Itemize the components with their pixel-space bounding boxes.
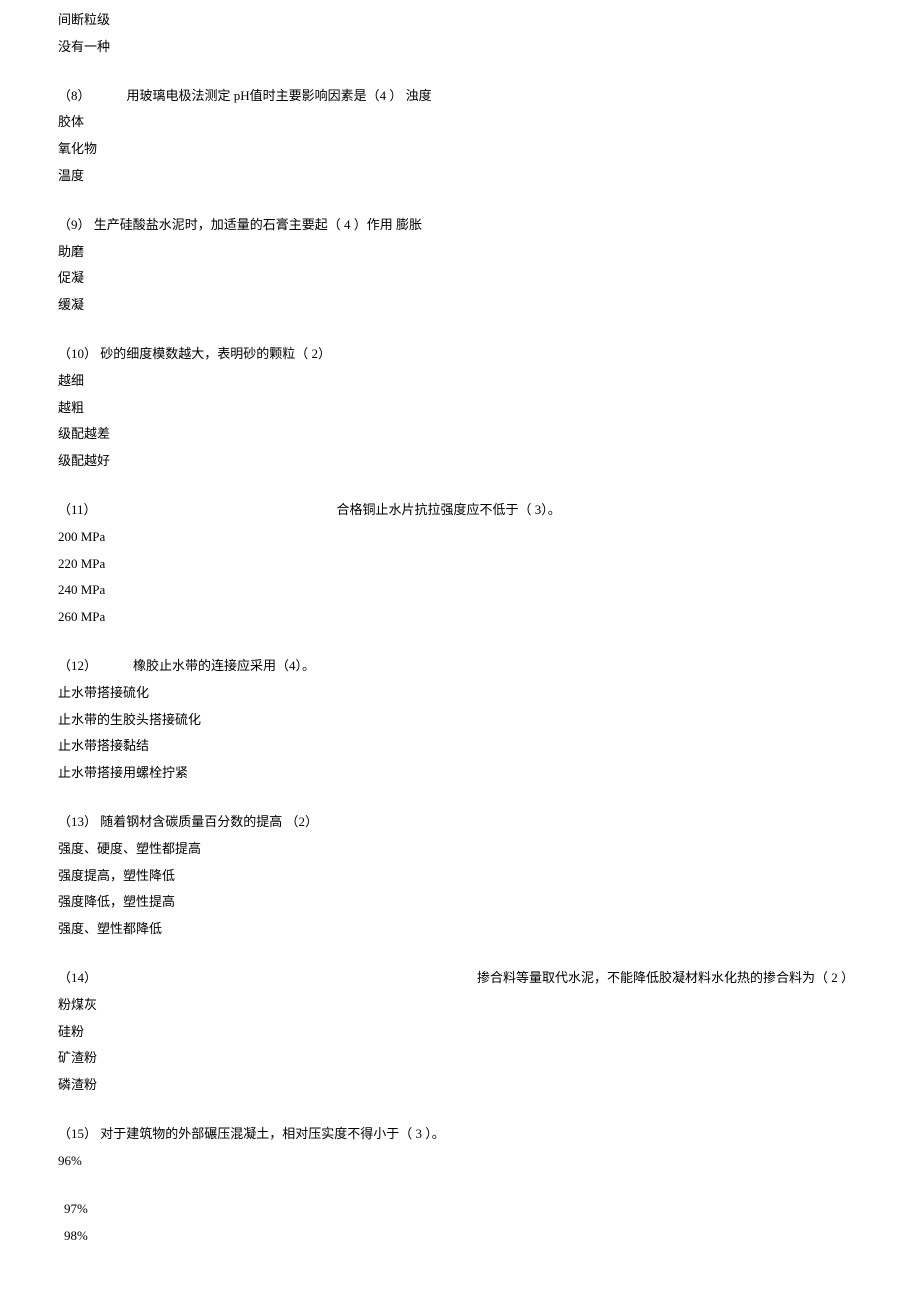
question-stem: （15） 对于建筑物的外部碾压混凝土，相对压实度不得小于（ 3 ）。: [58, 1124, 920, 1145]
question-number: （10）: [58, 346, 97, 361]
spacer: [58, 478, 920, 500]
question-number: （12）: [58, 658, 97, 673]
option: 温度: [58, 166, 920, 187]
question-number: （15）: [58, 1126, 97, 1141]
option: 强度、塑性都降低: [58, 919, 920, 940]
option: 硅粉: [58, 1022, 920, 1043]
option: 级配越好: [58, 451, 920, 472]
question-text: 砂的细度模数越大，表明砂的颗粒（ 2）: [97, 346, 331, 361]
spacer: [58, 1102, 920, 1124]
option: 止水带搭接硫化: [58, 683, 920, 704]
question-text: 生产硅酸盐水泥时，加适量的石膏主要起（ 4 ）作用 膨胀: [91, 217, 423, 232]
spacer: [58, 1177, 920, 1199]
option: 矿渣粉: [58, 1048, 920, 1069]
intro-line: 间断粒级: [58, 10, 920, 31]
option: 强度降低，塑性提高: [58, 892, 920, 913]
question-stem: （13） 随着钢材含碳质量百分数的提高 （2）: [58, 812, 920, 833]
question-text: 对于建筑物的外部碾压混凝土，相对压实度不得小于（ 3 ）。: [97, 1126, 445, 1141]
option: 强度提高，塑性降低: [58, 866, 920, 887]
spacer: [58, 946, 920, 968]
option: 97%: [58, 1199, 920, 1220]
question-number: （14）: [58, 970, 97, 985]
spacer: [58, 322, 920, 344]
option: 助磨: [58, 242, 920, 263]
spacer: [58, 64, 920, 86]
question-number: （11）: [58, 502, 97, 517]
option: 强度、硬度、塑性都提高: [58, 839, 920, 860]
option: 促凝: [58, 268, 920, 289]
question-stem: （10） 砂的细度模数越大，表明砂的颗粒（ 2）: [58, 344, 920, 365]
question-text: 随着钢材含碳质量百分数的提高 （2）: [97, 814, 318, 829]
question-text: 掺合料等量取代水泥，不能降低胶凝材料水化热的掺合料为（ 2 ）: [477, 970, 854, 985]
question-stem: （14） 掺合料等量取代水泥，不能降低胶凝材料水化热的掺合料为（ 2 ）: [58, 968, 920, 989]
option: 磷渣粉: [58, 1075, 920, 1096]
option: 粉煤灰: [58, 995, 920, 1016]
option: 200 MPa: [58, 527, 920, 548]
option: 胶体: [58, 112, 920, 133]
option: 越粗: [58, 398, 920, 419]
question-number: （8）: [58, 88, 91, 103]
option: 氧化物: [58, 139, 920, 160]
spacer: [58, 790, 920, 812]
option: 96%: [58, 1151, 920, 1172]
option: 越细: [58, 371, 920, 392]
question-stem: （9） 生产硅酸盐水泥时，加适量的石膏主要起（ 4 ）作用 膨胀: [58, 215, 920, 236]
question-text: 橡胶止水带的连接应采用（4）。: [133, 658, 315, 673]
option: 止水带的生胶头搭接硫化: [58, 710, 920, 731]
question-stem: （12） 橡胶止水带的连接应采用（4）。: [58, 656, 920, 677]
option: 240 MPa: [58, 580, 920, 601]
spacer: [58, 193, 920, 215]
spacer: [58, 634, 920, 656]
intro-line: 没有一种: [58, 37, 920, 58]
question-number: （9）: [58, 217, 91, 232]
option: 98%: [58, 1226, 920, 1247]
document-page: 间断粒级 没有一种 （8） 用玻璃电极法测定 pH值时主要影响因素是（4 ） 浊度…: [0, 0, 920, 1283]
option: 260 MPa: [58, 607, 920, 628]
question-text: 用玻璃电极法测定 pH值时主要影响因素是（4 ） 浊度: [127, 88, 432, 103]
option: 止水带搭接用螺栓拧紧: [58, 763, 920, 784]
question-text: 合格铜止水片抗拉强度应不低于（ 3）。: [337, 502, 561, 517]
question-stem: （11） 合格铜止水片抗拉强度应不低于（ 3）。: [58, 500, 920, 521]
option: 级配越差: [58, 424, 920, 445]
question-stem: （8） 用玻璃电极法测定 pH值时主要影响因素是（4 ） 浊度: [58, 86, 920, 107]
option: 缓凝: [58, 295, 920, 316]
option: 止水带搭接黏结: [58, 736, 920, 757]
option: 220 MPa: [58, 554, 920, 575]
question-number: （13）: [58, 814, 97, 829]
